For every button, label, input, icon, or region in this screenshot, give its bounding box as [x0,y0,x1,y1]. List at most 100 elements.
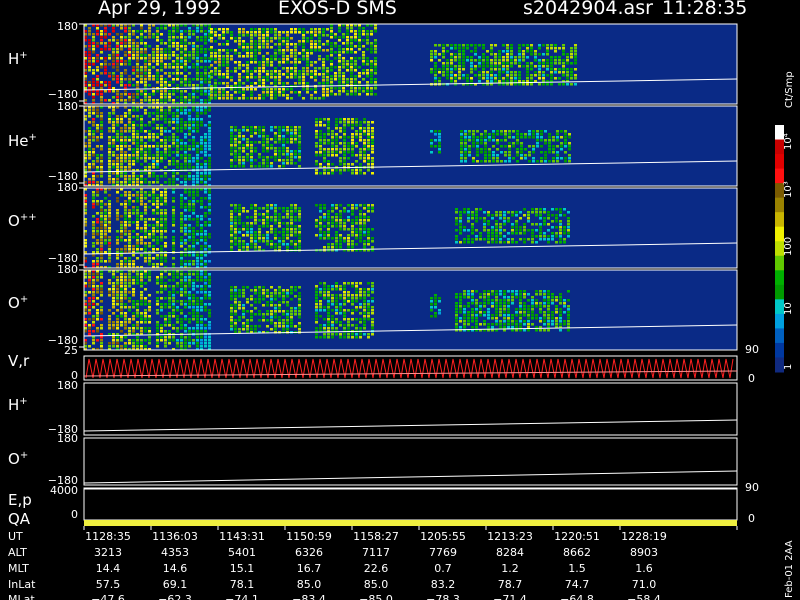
spectrogram-pixel [258,234,261,237]
spectrogram-pixel [526,74,529,77]
spectrogram-pixel [172,139,175,142]
spectrogram-pixel [204,181,207,184]
spectrogram-pixel [350,63,353,66]
spectrogram-pixel [144,136,147,139]
spectrogram-pixel [362,45,365,48]
spectrogram-pixel [164,191,167,194]
spectrogram-pixel [128,175,131,178]
spectrogram-pixel [132,245,135,248]
spectrogram-pixel [92,130,95,133]
spectrogram-pixel [330,87,333,90]
spectrogram-pixel [270,204,273,207]
spectrogram-pixel [128,260,131,263]
spectrogram-pixel [128,203,131,206]
spectrogram-pixel [148,191,151,194]
spectrogram-pixel [463,211,466,214]
spectrogram-pixel [148,145,151,148]
spectrogram-pixel [180,285,183,288]
spectrogram-pixel [564,151,567,154]
spectrogram-pixel [278,225,281,228]
spectrogram-pixel [222,76,225,79]
spectrogram-pixel [164,96,167,99]
spectrogram-pixel [246,79,249,82]
spectrogram-pixel [128,45,131,48]
spectrogram-pixel [196,181,199,184]
spectrogram-pixel [116,157,119,160]
spectrogram-pixel [132,51,135,54]
spectrogram-pixel [430,59,433,62]
spectrogram-pixel [128,160,131,163]
spectrogram-pixel [180,148,183,151]
spectrogram-pixel [160,54,163,57]
spectrogram-pixel [140,66,143,69]
spectrogram-pixel [518,65,521,68]
spectrogram-pixel [258,126,261,129]
spectrogram-pixel [339,246,342,249]
spectrogram-pixel [476,148,479,151]
spectrogram-pixel [367,216,370,219]
spectrogram-pixel [184,178,187,181]
spectrogram-pixel [266,234,269,237]
spectrogram-pixel [92,166,95,169]
spectrogram-pixel [160,309,163,312]
spectrogram-pixel [144,84,147,87]
spectrogram-pixel [140,93,143,96]
spectrogram-pixel [136,115,139,118]
spectrogram-pixel [454,77,457,80]
spectrogram-pixel [339,157,342,160]
spectrogram-pixel [230,129,233,132]
spectrogram-pixel [266,150,269,153]
spectrogram-pixel [132,99,135,102]
spectrogram-pixel [234,222,237,225]
spectrogram-pixel [180,242,183,245]
spectrogram-pixel [204,54,207,57]
spectrogram-pixel [124,27,127,30]
spectrogram-pixel [156,45,159,48]
spectrogram-pixel [200,236,203,239]
spectrogram-pixel [510,80,513,83]
spectrogram-pixel [140,154,143,157]
spectrogram-pixel [343,228,346,231]
spectrogram-pixel [286,61,289,64]
spectrogram-pixel [192,218,195,221]
spectrogram-pixel [351,234,354,237]
spectrogram-pixel [132,121,135,124]
spectrogram-pixel [546,44,549,47]
spectrogram-pixel [234,156,237,159]
spectrogram-pixel [144,242,147,245]
spectrogram-pixel [172,51,175,54]
spectrogram-pixel [278,129,281,132]
spectrogram-pixel [148,136,151,139]
spectrogram-pixel [258,76,261,79]
spectrogram-pixel [108,315,111,318]
spectrogram-pixel [315,121,318,124]
spectrogram-pixel [246,67,249,70]
spectrogram-pixel [354,66,357,69]
spectrogram-pixel [208,224,211,227]
spectrogram-pixel [88,333,91,336]
spectrogram-pixel [347,246,350,249]
spectrogram-pixel [152,139,155,142]
spectrogram-pixel [438,71,441,74]
spectrogram-pixel [504,136,507,139]
spectrogram-pixel [503,235,506,238]
spectrogram-pixel [544,160,547,163]
spectrogram-pixel [88,154,91,157]
spectrogram-pixel [518,53,521,56]
spectrogram-pixel [464,151,467,154]
spectrogram-pixel [496,160,499,163]
spectrogram-pixel [330,75,333,78]
spectrogram-pixel [331,219,334,222]
spectrogram-pixel [250,313,253,316]
spectrogram-pixel [208,303,211,306]
spectrogram-pixel [164,51,167,54]
spectrogram-pixel [470,56,473,59]
spectrogram-pixel [136,303,139,306]
spectrogram-pixel [262,37,265,40]
spectrogram-pixel [96,90,99,93]
spectrogram-pixel [310,37,313,40]
spectrogram-pixel [196,48,199,51]
spectrogram-pixel [366,39,369,42]
spectrogram-pixel [208,148,211,151]
spectrogram-pixel [350,60,353,63]
